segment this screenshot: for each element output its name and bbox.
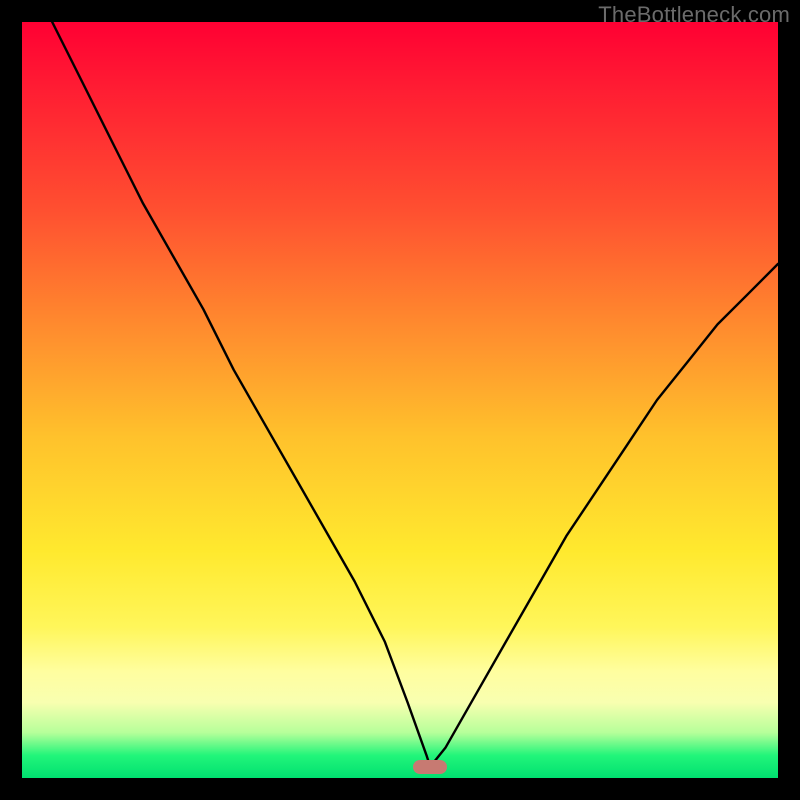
watermark-text: TheBottleneck.com [598, 2, 790, 28]
bottleneck-curve [22, 22, 778, 778]
chart-frame: TheBottleneck.com [0, 0, 800, 800]
plot-area [22, 22, 778, 778]
optimum-marker [413, 760, 447, 774]
